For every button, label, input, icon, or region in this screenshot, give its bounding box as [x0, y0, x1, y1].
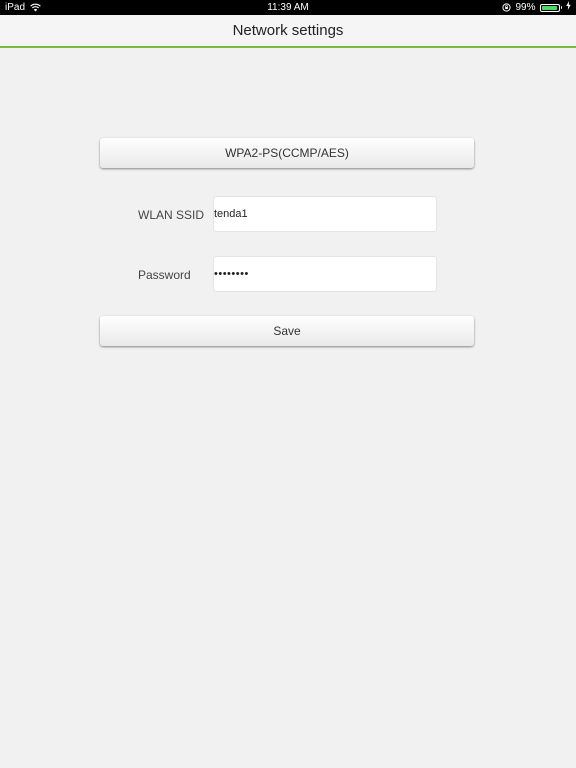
- ssid-input[interactable]: tenda1: [213, 196, 437, 232]
- security-mode-button[interactable]: WPA2-PS(CCMP/AES): [100, 138, 474, 168]
- password-input[interactable]: ••••••••: [213, 256, 437, 292]
- battery-percent: 99%: [515, 2, 536, 13]
- password-label: Password: [138, 268, 191, 282]
- status-bar-right: 99%: [502, 0, 571, 15]
- save-button[interactable]: Save: [100, 316, 474, 346]
- nav-bar: Network settings: [0, 15, 576, 48]
- battery-icon: [539, 3, 562, 12]
- status-time: 11:39 AM: [267, 2, 309, 13]
- battery-level-fill: [541, 5, 558, 10]
- page-title: Network settings: [232, 22, 344, 39]
- ssid-label: WLAN SSID: [138, 208, 205, 222]
- status-bar: iPad 11:39 AM 99%: [0, 0, 576, 15]
- charging-bolt-icon: [566, 0, 571, 15]
- rotation-lock-icon: [502, 3, 512, 12]
